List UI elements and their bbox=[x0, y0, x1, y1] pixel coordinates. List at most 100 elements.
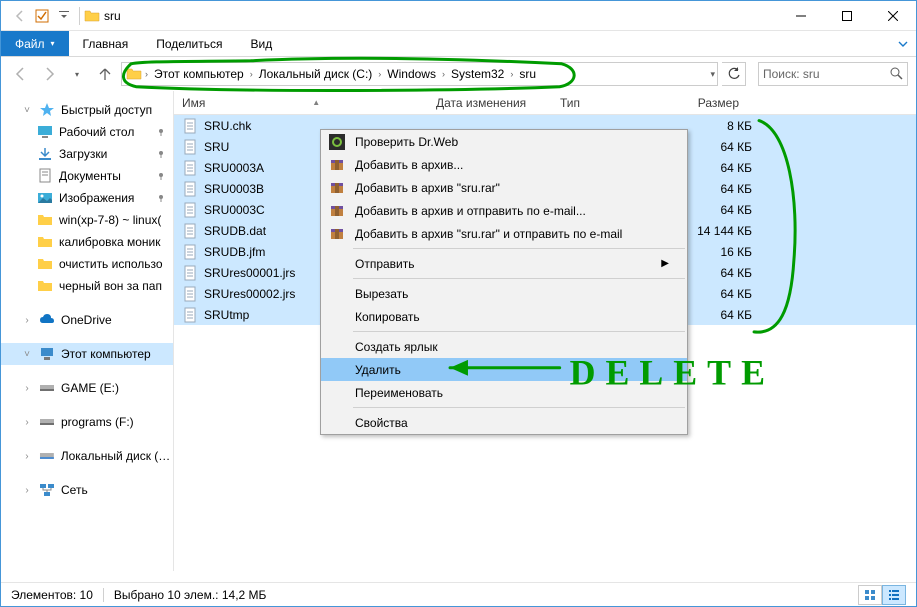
search-input[interactable]: Поиск: sru bbox=[758, 62, 908, 86]
minimize-button[interactable] bbox=[778, 1, 824, 31]
crumb-sru[interactable]: sru bbox=[516, 63, 539, 85]
ctx-add-sru-rar[interactable]: Добавить в архив "sru.rar" bbox=[321, 176, 687, 199]
folder-icon bbox=[126, 66, 142, 82]
label: Добавить в архив... bbox=[355, 158, 463, 172]
nav-history-dropdown[interactable]: ▾ bbox=[65, 62, 89, 86]
tab-file[interactable]: Файл▾ bbox=[1, 31, 69, 56]
label: Добавить в архив "sru.rar" и отправить п… bbox=[355, 227, 622, 241]
file-name: SRUDB.jfm bbox=[204, 245, 265, 259]
col-type[interactable]: Тип bbox=[552, 96, 660, 110]
ctx-archive-email[interactable]: Добавить в архив и отправить по e-mail..… bbox=[321, 199, 687, 222]
tab-view[interactable]: Вид bbox=[236, 31, 286, 56]
nav-onedrive[interactable]: › OneDrive bbox=[1, 309, 173, 331]
nav-up-button[interactable] bbox=[93, 62, 117, 86]
nav-quick-access[interactable]: ˅ Быстрый доступ bbox=[1, 99, 173, 121]
winrar-icon bbox=[329, 226, 345, 242]
nav-drive-localc[interactable]: › Локальный диск (C:) bbox=[1, 445, 173, 467]
sort-asc-icon: ▲ bbox=[312, 98, 320, 107]
col-name[interactable]: Имя ▲ bbox=[174, 96, 428, 110]
ctx-create-shortcut[interactable]: Создать ярлык bbox=[321, 335, 687, 358]
chevron-right-icon[interactable]: › bbox=[142, 69, 151, 79]
nav-pictures[interactable]: Изображения bbox=[1, 187, 173, 209]
drive-icon bbox=[39, 380, 55, 396]
crumb-thispc[interactable]: Этот компьютер bbox=[151, 63, 247, 85]
ribbon-expand-icon[interactable] bbox=[890, 31, 916, 56]
maximize-button[interactable] bbox=[824, 1, 870, 31]
ctx-rename[interactable]: Переименовать bbox=[321, 381, 687, 404]
crumb-system32[interactable]: System32 bbox=[448, 63, 507, 85]
nav-forward-button[interactable] bbox=[37, 62, 61, 86]
chevron-right-icon[interactable]: › bbox=[507, 69, 516, 79]
refresh-button[interactable] bbox=[722, 62, 746, 86]
chevron-right-icon[interactable]: › bbox=[375, 69, 384, 79]
view-large-icons-button[interactable] bbox=[858, 585, 882, 605]
drweb-icon bbox=[329, 134, 345, 150]
file-icon bbox=[182, 181, 198, 197]
col-size[interactable]: Размер bbox=[660, 96, 752, 110]
pin-icon bbox=[157, 172, 165, 180]
separator bbox=[353, 278, 685, 279]
nav-folder-winxp[interactable]: win(xp-7-8) ~ linux( bbox=[1, 209, 173, 231]
qat-checkbox-icon[interactable] bbox=[31, 5, 53, 27]
chevron-right-icon[interactable]: › bbox=[439, 69, 448, 79]
nav-desktop[interactable]: Рабочий стол bbox=[1, 121, 173, 143]
star-icon bbox=[39, 102, 55, 118]
separator bbox=[353, 331, 685, 332]
drive-icon bbox=[39, 448, 55, 464]
file-icon bbox=[182, 139, 198, 155]
nav-folder-black[interactable]: черный вон за пап bbox=[1, 275, 173, 297]
close-button[interactable] bbox=[870, 1, 916, 31]
label: Изображения bbox=[59, 191, 134, 205]
label: win(xp-7-8) ~ linux( bbox=[59, 213, 161, 227]
separator bbox=[103, 588, 104, 602]
label: Рабочий стол bbox=[59, 125, 134, 139]
nav-folder-clear[interactable]: очистить использо bbox=[1, 253, 173, 275]
nav-network[interactable]: › Сеть bbox=[1, 479, 173, 501]
ctx-add-archive[interactable]: Добавить в архив... bbox=[321, 153, 687, 176]
file-icon bbox=[182, 118, 198, 134]
winrar-icon bbox=[329, 203, 345, 219]
file-icon bbox=[182, 160, 198, 176]
nav-drive-programs[interactable]: › programs (F:) bbox=[1, 411, 173, 433]
search-icon bbox=[889, 66, 903, 83]
crumb-drive[interactable]: Локальный диск (C:) bbox=[256, 63, 376, 85]
addr-dropdown-icon[interactable]: ▾ bbox=[710, 69, 715, 80]
documents-icon bbox=[37, 168, 53, 184]
label: programs (F:) bbox=[61, 415, 134, 429]
ctx-delete[interactable]: Удалить bbox=[321, 358, 687, 381]
network-icon bbox=[39, 482, 55, 498]
col-date[interactable]: Дата изменения bbox=[428, 96, 552, 110]
folder-icon bbox=[37, 256, 53, 272]
qat-dropdown-icon[interactable] bbox=[53, 5, 75, 27]
ctx-cut[interactable]: Вырезать bbox=[321, 282, 687, 305]
col-name-label: Имя bbox=[182, 96, 205, 110]
context-menu: Проверить Dr.Web Добавить в архив... Доб… bbox=[320, 129, 688, 435]
ctx-send-to[interactable]: Отправить▶ bbox=[321, 252, 687, 275]
cloud-icon bbox=[39, 312, 55, 328]
file-name: SRU0003C bbox=[204, 203, 265, 217]
ctx-properties[interactable]: Свойства bbox=[321, 411, 687, 434]
tab-share[interactable]: Поделиться bbox=[142, 31, 236, 56]
nav-this-pc[interactable]: ˅ Этот компьютер bbox=[1, 343, 173, 365]
ctx-drweb[interactable]: Проверить Dr.Web bbox=[321, 130, 687, 153]
nav-documents[interactable]: Документы bbox=[1, 165, 173, 187]
nav-folder-kalib[interactable]: калибровка моник bbox=[1, 231, 173, 253]
separator bbox=[79, 7, 80, 25]
nav-drive-game[interactable]: › GAME (E:) bbox=[1, 377, 173, 399]
folder-icon bbox=[37, 234, 53, 250]
navigation-pane: ˅ Быстрый доступ Рабочий стол Загрузки Д… bbox=[1, 91, 174, 571]
file-icon bbox=[182, 265, 198, 281]
qat-back-icon[interactable] bbox=[9, 5, 31, 27]
status-bar: Элементов: 10 Выбрано 10 элем.: 14,2 МБ bbox=[1, 582, 916, 606]
nav-downloads[interactable]: Загрузки bbox=[1, 143, 173, 165]
chevron-right-icon[interactable]: › bbox=[247, 69, 256, 79]
ctx-copy[interactable]: Копировать bbox=[321, 305, 687, 328]
ctx-sru-rar-email[interactable]: Добавить в архив "sru.rar" и отправить п… bbox=[321, 222, 687, 245]
label: Документы bbox=[59, 169, 121, 183]
label: Быстрый доступ bbox=[61, 103, 152, 117]
tab-home[interactable]: Главная bbox=[69, 31, 143, 56]
view-details-button[interactable] bbox=[882, 585, 906, 605]
address-bar[interactable]: › Этот компьютер › Локальный диск (C:) ›… bbox=[121, 62, 718, 86]
nav-back-button[interactable] bbox=[9, 62, 33, 86]
crumb-windows[interactable]: Windows bbox=[384, 63, 439, 85]
